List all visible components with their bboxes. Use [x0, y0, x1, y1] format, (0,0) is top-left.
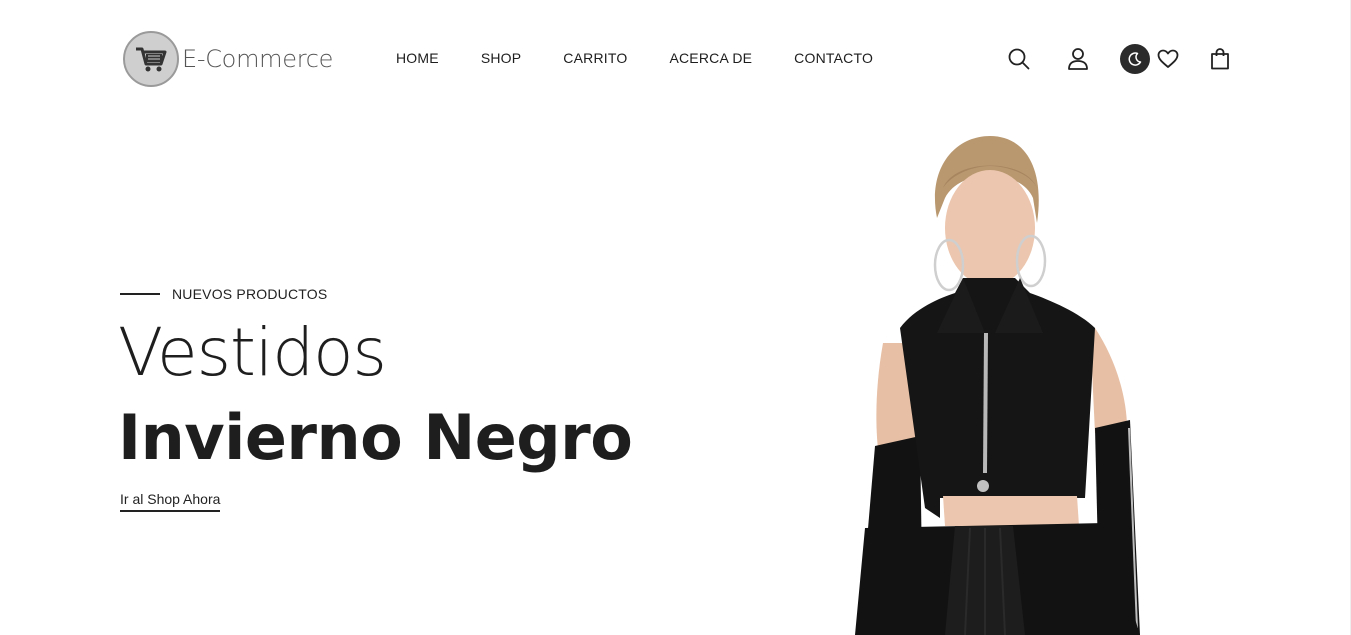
- shop-now-link[interactable]: Ir al Shop Ahora: [120, 491, 221, 512]
- main-nav: HOME SHOP CARRITO ACERCA DE CONTACTO: [396, 50, 915, 66]
- eyebrow-divider: [120, 293, 160, 295]
- heart-icon[interactable]: [1154, 44, 1182, 74]
- bag-icon[interactable]: [1206, 44, 1234, 74]
- user-icon[interactable]: [1064, 44, 1092, 74]
- hero-model-image: [855, 136, 1140, 635]
- hero-title-bold: Invierno Negro: [118, 401, 633, 474]
- nav-home[interactable]: HOME: [396, 50, 439, 66]
- cart-logo-icon: [123, 31, 179, 87]
- header-actions: [1005, 44, 1235, 74]
- search-icon[interactable]: [1005, 44, 1033, 74]
- nav-carrito[interactable]: CARRITO: [563, 50, 627, 66]
- moon-icon: [1128, 52, 1142, 66]
- nav-acerca-de[interactable]: ACERCA DE: [669, 50, 752, 66]
- brand-name: E-Commerce: [182, 45, 334, 73]
- dark-mode-toggle[interactable]: [1120, 44, 1150, 74]
- hero-eyebrow: NUEVOS PRODUCTOS: [120, 286, 327, 302]
- nav-contacto[interactable]: CONTACTO: [794, 50, 873, 66]
- hero-title-light: Vestidos: [118, 314, 387, 391]
- brand-logo[interactable]: E-Commerce: [123, 30, 333, 88]
- nav-shop[interactable]: SHOP: [481, 50, 521, 66]
- eyebrow-text: NUEVOS PRODUCTOS: [172, 286, 328, 302]
